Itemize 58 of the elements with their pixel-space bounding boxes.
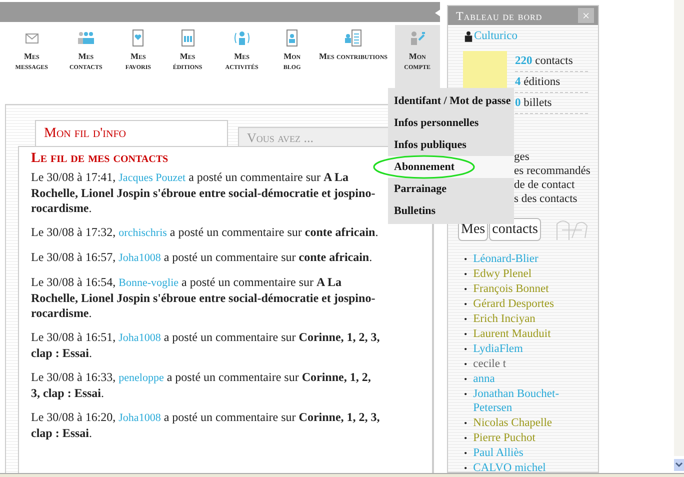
- person-icon: [464, 31, 473, 42]
- tab[interactable]: Mon fil d'info: [35, 120, 228, 146]
- list-bullet: •: [464, 462, 468, 472]
- dashboard-link[interactable]: es recommandés: [514, 164, 598, 178]
- scroll-down-icon[interactable]: [674, 459, 684, 471]
- list-bullet: •: [464, 343, 468, 356]
- contact-link[interactable]: Laurent Mauduit: [473, 327, 551, 342]
- stat-line[interactable]: 4 éditions: [515, 72, 588, 94]
- nav-item[interactable]: Mes favoris: [116, 25, 160, 90]
- document-icon: [344, 29, 362, 47]
- feed-entry: Le 30/08 à 16:57, Joha1008 a posté un commentaire sur conte africain.: [31, 250, 374, 266]
- list-bullet: •: [464, 313, 468, 326]
- list-bullet: •: [464, 253, 468, 266]
- page-icon: [178, 29, 197, 47]
- stat-line[interactable]: 0 billets: [515, 93, 588, 114]
- contact-link[interactable]: Gérard Desportes: [473, 297, 554, 312]
- nav-item[interactable]: Mes éditions: [164, 25, 212, 90]
- feed-entry: Le 30/08 à 17:32, orchischris a posté un commentaire sur conte africain.: [31, 224, 380, 241]
- nav-item[interactable]: Mes contributions: [316, 25, 391, 90]
- menu-item[interactable]: Abonnement: [388, 156, 514, 178]
- nav-item[interactable]: Mon compte: [394, 25, 440, 90]
- feed-heading: Le fil de mes contacts: [31, 151, 170, 168]
- list-bullet: •: [464, 268, 468, 282]
- dashboard-link[interactable]: de de contact: [514, 178, 598, 192]
- panel-title: Tableau de bord: [456, 8, 542, 24]
- list-bullet: •: [464, 447, 468, 460]
- list-bullet: •: [464, 283, 468, 296]
- feed-entry: Le 30/08 à 16:33, peneloppe a posté un commentaire sur Corinne, 1, 2, 3, clap : Essai.: [31, 370, 372, 401]
- nav-item[interactable]: Mon blog: [272, 25, 312, 90]
- contact-link[interactable]: Edwy Plenel: [473, 267, 532, 282]
- contact-link[interactable]: cecile t: [473, 357, 506, 372]
- feed-entry: Le 30/08 à 16:54, Bonne-voglie a posté un commentaire sur A La Rochelle, Lionel Jospin s'ébroue entre social-démocratie et jospino-rocardisme.: [31, 274, 376, 321]
- contact-link[interactable]: Erich Inciyan: [473, 312, 536, 328]
- list-bullet: •: [464, 417, 468, 430]
- people-icon: [76, 29, 95, 47]
- list-bullet: •: [464, 328, 468, 342]
- list-bullet: •: [464, 358, 468, 372]
- contact-link[interactable]: François Bonnet: [473, 282, 549, 298]
- contact-link[interactable]: Pierre Puchot: [473, 431, 536, 446]
- nav-item[interactable]: Mes activités: [215, 25, 268, 90]
- contact-link[interactable]: Nicolas Chapelle: [473, 416, 552, 432]
- menu-item[interactable]: Parrainage: [388, 178, 514, 200]
- menu-item[interactable]: Identifant / Mot de passe: [388, 90, 514, 112]
- list-bullet: •: [464, 298, 468, 312]
- list-bullet: •: [464, 388, 468, 402]
- list-bullet: •: [464, 432, 468, 446]
- feed-entry: Le 30/08 à 16:51, Joha1008 a posté un commentaire sur Corinne, 1, 2, 3, clap : Essai.: [31, 330, 381, 361]
- nav-item[interactable]: Mes messages: [8, 25, 56, 90]
- dashboard-link[interactable]: ges: [514, 150, 598, 164]
- list-bullet: •: [464, 373, 468, 386]
- person-waves-icon: [232, 29, 251, 47]
- person-wrench-icon: [408, 29, 426, 47]
- stat-line[interactable]: 220 contacts: [515, 51, 588, 72]
- nav-item[interactable]: Mes contacts: [59, 25, 112, 90]
- dashboard-link[interactable]: s des contacts: [514, 192, 598, 206]
- feed-entry: Le 30/08 à 17:41, Jacques Pouzet a posté un commentaire sur A La Rochelle, Lionel Jospin s'ébroue entre social-démocratie et jospino-rocardisme.: [31, 170, 376, 216]
- feed-entry: Le 30/08 à 16:20, Joha1008 a posté un commentaire sur Corinne, 1, 2, 3, clap : Essai.: [31, 410, 381, 441]
- collapse-icon[interactable]: [435, 9, 441, 17]
